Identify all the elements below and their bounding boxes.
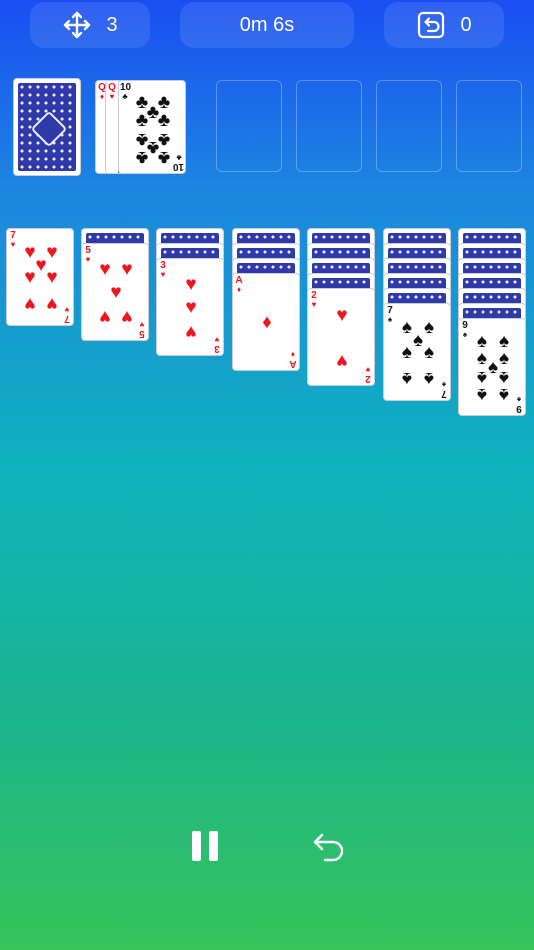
card-rank: 2 [365, 373, 371, 384]
card-pip: ♥ [185, 297, 197, 318]
tableau-card-col-4[interactable]: A ♦ A ♦ ♦ [232, 273, 300, 371]
foundation-slot-2[interactable] [296, 80, 362, 172]
card-rank: A [289, 358, 297, 369]
card-corner-index: Q♥ [107, 83, 117, 101]
card-rank: 7 [441, 388, 447, 399]
tableau-card-col-6[interactable]: 7 ♠ 7 ♠ ♠ ♠ ♠ ♠ ♠ ♠ ♠ [383, 303, 451, 401]
card-rank: 9 [516, 403, 522, 414]
card-corner-index: 9 ♠ [514, 395, 524, 414]
card-corner-index: A ♦ [234, 276, 244, 294]
card-pip: ♣ [157, 109, 171, 131]
card-pip: ♥ [24, 292, 36, 314]
card-suit: ♥ [85, 255, 91, 264]
card-corner-index: 3 ♥ [212, 335, 222, 354]
card-suit: ♠ [387, 315, 393, 324]
card-pip: ♥ [121, 306, 133, 328]
card-pip: ♥ [99, 258, 111, 280]
card-pip: ♠ [401, 342, 412, 363]
card-suit: ♥ [214, 335, 220, 344]
waste-top-card[interactable]: 10 ♣ 10 ♣ ♣ ♣ ♣ ♣ ♣ ♣ ♣ ♣ ♣ ♣ [118, 80, 186, 174]
card-pip: ♥ [185, 321, 197, 343]
card-pip: ♠ [423, 367, 435, 389]
card-suit: ♥ [160, 270, 166, 279]
card-suit: ♥ [10, 240, 16, 249]
undo-value: 0 [460, 13, 472, 36]
card-corner-index: 9 ♠ [460, 321, 470, 339]
card-rank: 10 [172, 161, 184, 172]
card-pip: ♠ [401, 367, 412, 389]
card-rank: 7 [64, 313, 70, 324]
card-corner-index: 5 ♥ [137, 320, 147, 339]
card-corner-index: 10 ♣ [120, 83, 131, 101]
card-pip: ♥ [185, 273, 197, 295]
pause-button[interactable] [180, 828, 230, 868]
undo-button[interactable] [304, 828, 354, 868]
foundation-slot-3[interactable] [376, 80, 442, 172]
tableau-card-col-3[interactable]: 3 ♥ 3 ♥ ♥ ♥ ♥ [156, 258, 224, 356]
foundation-slot-4[interactable] [456, 80, 522, 172]
moves-counter: 3 [30, 2, 150, 48]
card-corner-index: A ♦ [288, 350, 298, 369]
card-pip: ♣ [135, 109, 149, 131]
card-suit: ♦ [236, 285, 242, 294]
card-suit: ♦ [290, 350, 296, 359]
card-corner-index: 7 ♥ [8, 231, 18, 249]
card-pip: ♦ [262, 312, 272, 333]
card-suit: ♥ [365, 365, 371, 374]
card-suit: ♠ [462, 330, 468, 339]
foundation-slot-1[interactable] [216, 80, 282, 172]
card-pip: ♠ [423, 342, 435, 363]
timer-value: 0m 6s [239, 13, 295, 36]
card-suit: ♥ [139, 320, 145, 329]
tableau-card-col-5[interactable]: 2 ♥ 2 ♥ ♥ ♥ [307, 288, 375, 386]
pause-icon [190, 830, 220, 867]
card-corner-index: 7 ♥ [62, 305, 72, 324]
card-pip: ♥ [110, 282, 122, 303]
card-corner-index: 7 ♠ [439, 380, 449, 399]
tableau-card-col-2[interactable]: 5 ♥ 5 ♥ ♥ ♥ ♥ ♥ ♥ [81, 243, 149, 341]
undo-counter: 0 [384, 2, 504, 48]
card-corner-index: 2 ♥ [363, 365, 373, 384]
card-suit: ♥ [64, 305, 70, 314]
card-corner-index: 5 ♥ [83, 246, 93, 264]
tableau-card-col-1[interactable]: 7 ♥ 7 ♥ ♥ ♥ ♥ ♥ ♥ ♥ ♥ [6, 228, 74, 326]
card-pip: ♥ [121, 258, 133, 280]
undo-square-icon [416, 10, 446, 40]
card-pip: ♠ [476, 383, 487, 405]
undo-arrow-icon [312, 830, 346, 867]
card-pip: ♥ [99, 306, 111, 328]
move-arrows-icon [62, 10, 92, 40]
card-pip: ♠ [498, 383, 510, 405]
card-pip: ♣ [135, 147, 149, 169]
card-suit: ♠ [516, 395, 522, 404]
card-corner-index: 7 ♠ [385, 306, 395, 324]
card-pip: ♥ [336, 349, 348, 371]
card-suit: ♣ [176, 153, 182, 162]
card-suit: ♥ [109, 92, 115, 101]
card-corner-index: 3 ♥ [158, 261, 168, 279]
card-pip: ♥ [46, 292, 58, 314]
card-corner-index: 2 ♥ [309, 291, 319, 309]
stock-pile[interactable] [13, 78, 81, 176]
card-corner-index: 10 ♣ [172, 153, 184, 172]
card-suit: ♠ [441, 380, 447, 389]
moves-value: 3 [106, 13, 118, 36]
card-suit: ♥ [311, 300, 317, 309]
card-pip: ♥ [336, 305, 348, 327]
tableau-card-col-7[interactable]: 9 ♠ 9 ♠ ♠ ♠ ♠ ♠ ♠ ♠ ♠ ♠ ♠ [458, 318, 526, 416]
card-pip: ♥ [24, 267, 36, 288]
card-pip: ♥ [46, 267, 58, 288]
card-suit: ♣ [122, 92, 128, 101]
card-pip: ♣ [157, 147, 171, 169]
card-rank: 3 [214, 343, 220, 354]
card-rank: 5 [139, 328, 145, 339]
game-timer: 0m 6s [180, 2, 354, 48]
